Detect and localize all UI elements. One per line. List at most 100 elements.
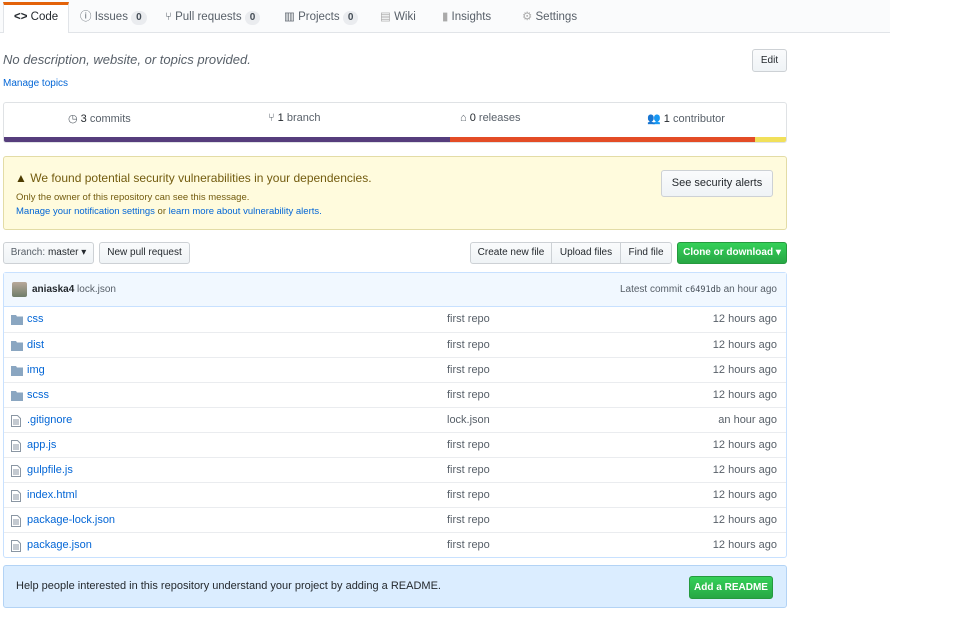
commit-message-link[interactable]: first repo: [447, 464, 490, 476]
tag-icon: ⌂: [460, 112, 467, 124]
folder-icon: [11, 340, 23, 354]
repo-description: No description, website, or topics provi…: [3, 52, 251, 67]
contributors-link[interactable]: 👥 1 contributor: [647, 112, 725, 125]
commit-message-link[interactable]: first repo: [447, 489, 490, 501]
file-name-link[interactable]: dist: [27, 339, 44, 351]
file-icon: [11, 490, 21, 505]
file-age: 12 hours ago: [712, 313, 777, 325]
pull-request-icon: ⑂: [165, 11, 172, 23]
commit-message-link[interactable]: first repo: [447, 439, 490, 451]
file-name-link[interactable]: package-lock.json: [27, 514, 115, 526]
tab-projects[interactable]: ▥ Projects 0: [274, 3, 368, 33]
file-name-link[interactable]: .gitignore: [27, 414, 72, 426]
file-row: img first repo 12 hours ago: [4, 357, 786, 382]
file-name-link[interactable]: package.json: [27, 539, 92, 551]
file-age: 12 hours ago: [712, 464, 777, 476]
people-icon: 👥: [647, 113, 661, 125]
branch-select[interactable]: Branch: master ▾: [3, 242, 94, 264]
file-age: an hour ago: [718, 414, 777, 426]
alert-note: Only the owner of this repository can se…: [16, 192, 250, 203]
file-icon: [11, 540, 21, 555]
branches-link[interactable]: ⑂ 1 branch: [268, 112, 321, 124]
latest-commit-bar: aniaska4 lock.json Latest commit c6491db…: [4, 273, 786, 307]
tab-pull-requests[interactable]: ⑂ Pull requests 0: [155, 3, 270, 33]
commit-message-link[interactable]: lock.json: [447, 414, 490, 426]
file-row: .gitignore lock.json an hour ago: [4, 407, 786, 432]
file-row: css first repo 12 hours ago: [4, 307, 786, 332]
language-segment[interactable]: [4, 137, 450, 142]
file-name-link[interactable]: scss: [27, 389, 49, 401]
file-name-link[interactable]: img: [27, 364, 45, 376]
file-age: 12 hours ago: [712, 539, 777, 551]
file-row: index.html first repo 12 hours ago: [4, 482, 786, 507]
file-name-link[interactable]: gulpfile.js: [27, 464, 73, 476]
file-name-link[interactable]: app.js: [27, 439, 56, 451]
project-icon: ▥: [284, 11, 295, 23]
file-age: 12 hours ago: [712, 364, 777, 376]
file-icon: [11, 440, 21, 455]
file-row: gulpfile.js first repo 12 hours ago: [4, 457, 786, 482]
tab-code[interactable]: <> Code: [3, 2, 70, 33]
avatar[interactable]: [12, 282, 27, 297]
tab-insights[interactable]: ▮ Insights: [432, 3, 501, 33]
readme-text: Help people interested in this repositor…: [16, 580, 441, 592]
edit-button[interactable]: Edit: [752, 49, 787, 72]
issue-icon: ⓘ: [80, 11, 92, 23]
new-pull-request-button[interactable]: New pull request: [99, 242, 190, 264]
manage-topics-link[interactable]: Manage topics: [3, 78, 68, 89]
gear-icon: ⚙: [522, 11, 533, 23]
code-icon: <>: [14, 11, 28, 23]
file-row: dist first repo 12 hours ago: [4, 332, 786, 357]
file-icon: [11, 415, 21, 430]
alert-title: ▲ We found potential security vulnerabil…: [15, 171, 372, 185]
file-icon: [11, 515, 21, 530]
projects-count: 0: [342, 11, 359, 25]
issues-count: 0: [131, 11, 147, 25]
warning-icon: ▲: [15, 171, 27, 185]
upload-files-button[interactable]: Upload files: [551, 242, 621, 264]
commits-link[interactable]: ◷ 3 commits: [68, 112, 131, 125]
commit-message-link[interactable]: first repo: [447, 339, 490, 351]
tab-issues[interactable]: ⓘ Issues 0: [70, 3, 157, 33]
tab-settings[interactable]: ⚙ Settings: [512, 3, 587, 33]
graph-icon: ▮: [442, 11, 449, 23]
file-row: package.json first repo 12 hours ago: [4, 532, 786, 557]
file-age: 12 hours ago: [712, 489, 777, 501]
commit-message-link[interactable]: first repo: [447, 539, 490, 551]
branch-icon: ⑂: [268, 112, 275, 124]
file-age: 12 hours ago: [712, 389, 777, 401]
readme-prompt: Help people interested in this repositor…: [3, 565, 787, 608]
language-segment[interactable]: [449, 137, 755, 142]
create-new-file-button[interactable]: Create new file: [470, 242, 552, 264]
caret-down-icon: ▾: [81, 247, 87, 258]
clone-or-download-button[interactable]: Clone or download ▾: [677, 242, 787, 264]
folder-icon: [11, 390, 23, 404]
notification-settings-link[interactable]: Manage your notification settings: [16, 206, 155, 217]
releases-link[interactable]: ⌂ 0 releases: [460, 112, 520, 124]
commit-author[interactable]: aniaska4: [32, 284, 74, 295]
commit-message-link[interactable]: first repo: [447, 313, 490, 325]
file-list: aniaska4 lock.json Latest commit c6491db…: [3, 272, 787, 558]
file-row: app.js first repo 12 hours ago: [4, 432, 786, 457]
file-age: 12 hours ago: [712, 339, 777, 351]
commit-sha[interactable]: c6491db: [685, 285, 721, 295]
commit-message-link[interactable]: first repo: [447, 389, 490, 401]
find-file-button[interactable]: Find file: [620, 242, 672, 264]
add-readme-button[interactable]: Add a README: [689, 576, 773, 599]
vulnerability-alerts-link[interactable]: learn more about vulnerability alerts.: [169, 206, 322, 217]
tab-wiki[interactable]: ▤ Wiki: [370, 3, 426, 33]
language-segment[interactable]: [754, 137, 786, 142]
file-icon: [11, 465, 21, 480]
repo-nav: <> Code ⓘ Issues 0 ⑂ Pull requests 0 ▥ P…: [0, 0, 890, 33]
see-security-alerts-button[interactable]: See security alerts: [661, 170, 773, 197]
book-icon: ▤: [380, 11, 391, 23]
folder-icon: [11, 314, 23, 328]
commit-message-link[interactable]: first repo: [447, 364, 490, 376]
commit-message-link[interactable]: first repo: [447, 514, 490, 526]
commit-message[interactable]: lock.json: [77, 284, 116, 295]
file-name-link[interactable]: css: [27, 313, 44, 325]
history-icon: ◷: [68, 113, 78, 125]
folder-icon: [11, 365, 23, 379]
file-name-link[interactable]: index.html: [27, 489, 77, 501]
file-row: scss first repo 12 hours ago: [4, 382, 786, 407]
